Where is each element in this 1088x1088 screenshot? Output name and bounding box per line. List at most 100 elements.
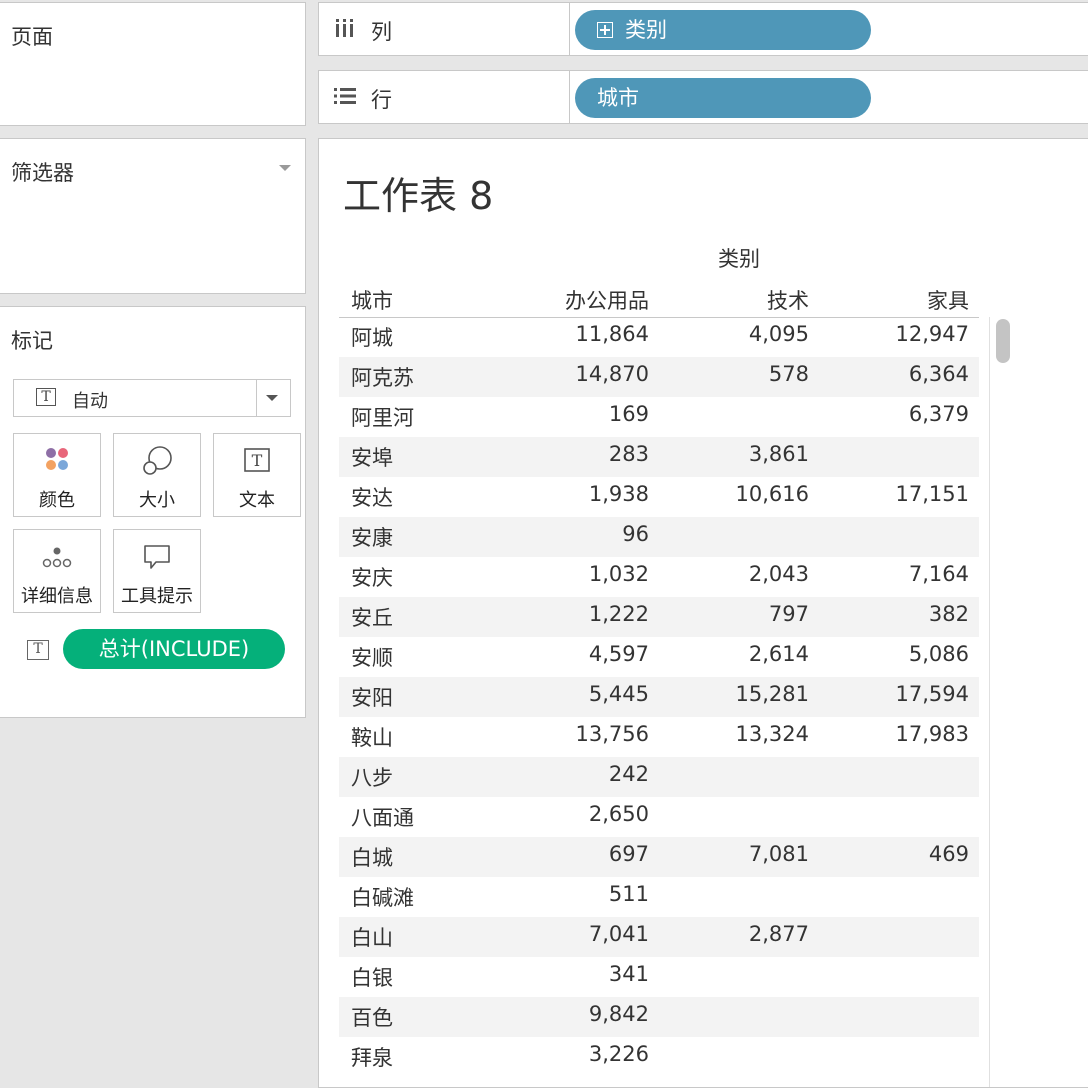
- shelf-separator: [569, 71, 570, 123]
- vertical-scrollbar[interactable]: [989, 317, 1008, 1087]
- table-row[interactable]: 阿克苏 14,870 578 6,364: [339, 357, 979, 397]
- header-office-supplies[interactable]: 办公用品: [565, 285, 649, 315]
- header-furniture[interactable]: 家具: [927, 285, 969, 315]
- city-cell: 安阳: [351, 686, 393, 710]
- expand-icon[interactable]: [597, 22, 613, 38]
- value-cell: 2,877: [748, 922, 809, 946]
- rows-shelf[interactable]: 行 城市: [318, 70, 1088, 124]
- column-group-header: 类别: [718, 247, 760, 271]
- value-cell: 17,151: [895, 482, 969, 506]
- scrollbar-thumb[interactable]: [996, 319, 1010, 363]
- svg-text:T: T: [252, 451, 263, 470]
- header-city[interactable]: 城市: [351, 285, 393, 315]
- table-row[interactable]: 安阳 5,445 15,281 17,594: [339, 677, 979, 717]
- value-cell: 1,032: [588, 562, 649, 586]
- city-cell: 阿城: [351, 326, 393, 350]
- table-row[interactable]: 鞍山 13,756 13,324 17,983: [339, 717, 979, 757]
- columns-shelf-label: 列: [371, 20, 392, 44]
- city-cell: 安丘: [351, 606, 393, 630]
- value-cell: 17,594: [895, 682, 969, 706]
- value-cell: 697: [608, 842, 649, 866]
- value-cell: 3,226: [588, 1042, 649, 1066]
- city-cell: 阿克苏: [351, 366, 414, 390]
- mark-type-label: 自动: [72, 391, 108, 412]
- value-cell: 11,864: [575, 322, 649, 346]
- table-row[interactable]: 安庆 1,032 2,043 7,164: [339, 557, 979, 597]
- value-cell: 6,364: [908, 362, 969, 386]
- table-row[interactable]: 安达 1,938 10,616 17,151: [339, 477, 979, 517]
- value-cell: 7,164: [908, 562, 969, 586]
- text-encoding-icon: T: [27, 640, 49, 660]
- columns-shelf[interactable]: 列 类别: [318, 2, 1088, 56]
- table-row[interactable]: 拜泉 3,226: [339, 1037, 979, 1077]
- table-row[interactable]: 八步 242: [339, 757, 979, 797]
- value-cell: 169: [608, 402, 649, 426]
- city-cell: 八面通: [351, 806, 414, 830]
- marks-panel: 标记 T 自动 颜色 大小 T 文本 详细信息 工具提示 T 总计(INCLUD…: [0, 306, 306, 718]
- table-row[interactable]: 白碱滩 511: [339, 877, 979, 917]
- columns-pill[interactable]: 类别: [575, 10, 871, 50]
- table-row[interactable]: 白城 697 7,081 469: [339, 837, 979, 877]
- sheet-title: 工作表 8: [343, 174, 494, 218]
- header-technology[interactable]: 技术: [767, 285, 809, 315]
- table-row[interactable]: 白山 7,041 2,877: [339, 917, 979, 957]
- table-row[interactable]: 安埠 283 3,861: [339, 437, 979, 477]
- rows-shelf-label: 行: [371, 88, 392, 112]
- city-cell: 白山: [351, 926, 393, 950]
- value-cell: 1,938: [588, 482, 649, 506]
- city-cell: 安康: [351, 526, 393, 550]
- chevron-down-icon[interactable]: [266, 395, 278, 401]
- value-cell: 5,445: [588, 682, 649, 706]
- value-cell: 578: [768, 362, 809, 386]
- value-cell: 242: [608, 762, 649, 786]
- value-cell: 511: [608, 882, 649, 906]
- marks-title: 标记: [11, 329, 53, 353]
- tooltip-icon: [144, 545, 170, 569]
- value-cell: 4,597: [588, 642, 649, 666]
- table-row[interactable]: 安顺 4,597 2,614 5,086: [339, 637, 979, 677]
- size-button[interactable]: 大小: [113, 433, 201, 517]
- table-row[interactable]: 阿里河 169 6,379: [339, 397, 979, 437]
- value-cell: 2,614: [748, 642, 809, 666]
- value-cell: 10,616: [735, 482, 809, 506]
- color-button[interactable]: 颜色: [13, 433, 101, 517]
- value-cell: 7,041: [588, 922, 649, 946]
- table-row[interactable]: 安丘 1,222 797 382: [339, 597, 979, 637]
- table-row[interactable]: 阿城 11,864 4,095 12,947: [339, 317, 979, 357]
- table-row[interactable]: 百色 9,842: [339, 997, 979, 1037]
- value-cell: 12,947: [895, 322, 969, 346]
- city-cell: 安庆: [351, 566, 393, 590]
- detail-button-label: 详细信息: [21, 586, 93, 607]
- tooltip-button[interactable]: 工具提示: [113, 529, 201, 613]
- text-field-pill[interactable]: 总计(INCLUDE): [63, 629, 285, 669]
- detail-icon: [42, 547, 72, 568]
- filters-panel[interactable]: 筛选器: [0, 138, 306, 294]
- rows-icon: [334, 88, 356, 104]
- value-cell: 3,861: [748, 442, 809, 466]
- city-cell: 拜泉: [351, 1046, 393, 1070]
- city-cell: 白碱滩: [351, 886, 414, 910]
- filters-menu-caret-icon[interactable]: [279, 165, 291, 171]
- pages-title: 页面: [11, 25, 53, 49]
- city-cell: 百色: [351, 1006, 393, 1030]
- columns-icon: [336, 19, 353, 37]
- table-header: 城市 办公用品 技术 家具: [339, 281, 979, 318]
- value-cell: 17,983: [895, 722, 969, 746]
- city-cell: 白银: [351, 966, 393, 990]
- value-cell: 13,756: [575, 722, 649, 746]
- city-cell: 阿里河: [351, 406, 414, 430]
- size-button-label: 大小: [139, 490, 175, 511]
- table-row[interactable]: 八面通 2,650: [339, 797, 979, 837]
- columns-pill-label: 类别: [625, 18, 667, 42]
- detail-button[interactable]: 详细信息: [13, 529, 101, 613]
- rows-pill[interactable]: 城市: [575, 78, 871, 118]
- value-cell: 797: [768, 602, 809, 626]
- table-row[interactable]: 白银 341: [339, 957, 979, 997]
- mark-type-dropdown[interactable]: T 自动: [13, 379, 291, 417]
- text-button[interactable]: T 文本: [213, 433, 301, 517]
- value-cell: 2,043: [748, 562, 809, 586]
- table-row[interactable]: 安康 96: [339, 517, 979, 557]
- color-button-label: 颜色: [39, 490, 75, 511]
- value-cell: 15,281: [735, 682, 809, 706]
- size-icon: [143, 446, 172, 475]
